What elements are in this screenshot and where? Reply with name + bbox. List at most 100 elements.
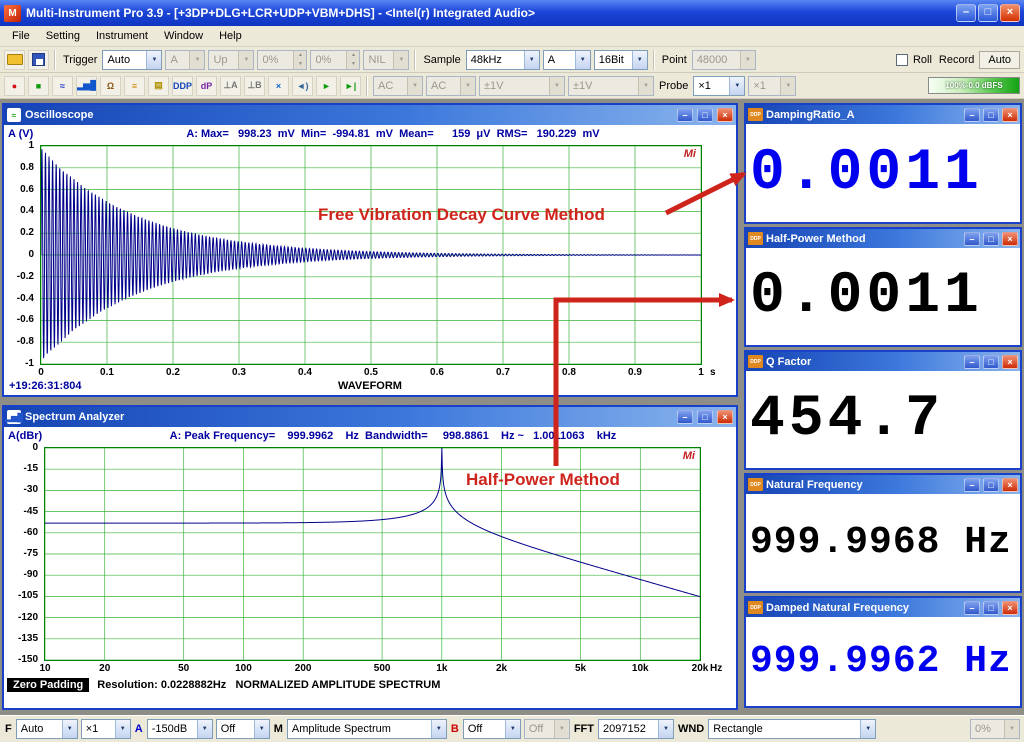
maximize-button[interactable] — [983, 478, 999, 492]
close-button[interactable] — [1002, 601, 1018, 615]
a-off-select[interactable]: Off — [216, 719, 270, 739]
ddp-title: Damped Natural Frequency — [766, 602, 961, 614]
folder-icon — [7, 54, 23, 65]
maximize-button[interactable] — [983, 232, 999, 246]
spectrum-analyzer-icon[interactable]: ▂▅█ — [76, 76, 97, 96]
ddp-title-bar[interactable]: DDP Natural Frequency — [746, 475, 1020, 494]
multimeter-icon[interactable]: Ω — [100, 76, 121, 96]
auto-button[interactable]: Auto — [979, 51, 1020, 69]
minimize-button[interactable] — [964, 355, 980, 369]
frequency-mode-select[interactable]: Auto — [16, 719, 78, 739]
roll-checkbox[interactable] — [896, 54, 908, 66]
step-icon[interactable]: ►| — [340, 76, 361, 96]
measurement-type-select[interactable]: Amplitude Spectrum — [287, 719, 447, 739]
save-button[interactable] — [28, 50, 49, 70]
marker-a-icon[interactable]: ⊥A — [220, 76, 241, 96]
axis-tick-label: 200 — [295, 663, 312, 674]
menu-setting[interactable]: Setting — [38, 28, 88, 44]
ddp-title-bar[interactable]: DDP DampingRatio_A — [746, 105, 1020, 124]
oscilloscope-stats-row: A (V) A: Max= 998.23 mV Min= -994.81 mV … — [4, 125, 736, 143]
minimize-button[interactable] — [964, 108, 980, 122]
ddp-panel-damped-natural-frequency: DDP Damped Natural Frequency 999.9962 Hz — [744, 596, 1022, 708]
oscilloscope-title-bar[interactable]: ≈ Oscilloscope — [4, 105, 736, 125]
close-button[interactable] — [717, 108, 733, 122]
record-icon[interactable]: ● — [4, 76, 25, 96]
ddp-value: 999.9962 Hz — [750, 640, 1012, 683]
ddp-title-bar[interactable]: DDP Damped Natural Frequency — [746, 598, 1020, 617]
minimize-button[interactable] — [677, 410, 693, 424]
close-button[interactable] — [1000, 4, 1020, 22]
speaker-icon[interactable]: ◄) — [292, 76, 313, 96]
axis-tick-label: -15 — [24, 463, 38, 474]
a-range-select[interactable]: -150dB — [147, 719, 213, 739]
b-select[interactable]: Off — [463, 719, 521, 739]
channel-label: A (V) — [8, 128, 54, 140]
overlap-select: 0% — [970, 719, 1020, 739]
trigger-hpf-select: NIL — [363, 50, 409, 70]
workspace: ≈ Oscilloscope A (V) A: Max= 998.23 mV M… — [0, 99, 1024, 715]
menu-file[interactable]: File — [4, 28, 38, 44]
cursor-reader-icon[interactable]: × — [268, 76, 289, 96]
minimize-button[interactable] — [964, 601, 980, 615]
data-logger-icon[interactable]: ▤ — [148, 76, 169, 96]
spectrum-plot[interactable]: Mi — [44, 447, 701, 661]
sample-bits-select[interactable]: 16Bit — [594, 50, 648, 70]
run-stop-icon[interactable]: ■ — [28, 76, 49, 96]
axis-tick-label: 0.5 — [364, 367, 378, 378]
maximize-button[interactable] — [697, 410, 713, 424]
axis-tick-label: -60 — [24, 527, 38, 538]
play-icon[interactable]: ► — [316, 76, 337, 96]
axis-tick-label: -90 — [24, 569, 38, 580]
open-file-button[interactable] — [4, 50, 25, 70]
y-axis-labels: 0-15-30-45-60-75-90-105-120-135-150 — [4, 447, 42, 659]
scale-select[interactable]: ×1 — [81, 719, 131, 739]
ddp-title-bar[interactable]: DDP Half-Power Method — [746, 229, 1020, 248]
minimize-button[interactable] — [964, 478, 980, 492]
oscilloscope-icon[interactable]: ≈ — [52, 76, 73, 96]
axis-tick-label: 0.2 — [166, 367, 180, 378]
menu-window[interactable]: Window — [156, 28, 211, 44]
close-button[interactable] — [1002, 478, 1018, 492]
marker-b-icon[interactable]: ⊥B — [244, 76, 265, 96]
spectrum-title-bar[interactable]: ▂▅█ Spectrum Analyzer — [4, 407, 736, 427]
range-a-select: ±1V — [479, 76, 565, 96]
maximize-button[interactable] — [983, 355, 999, 369]
oscilloscope-plot[interactable]: Mi — [40, 145, 702, 365]
window-function-select[interactable]: Rectangle — [708, 719, 876, 739]
maximize-button[interactable] — [978, 4, 998, 22]
sample-channel-select[interactable]: A — [543, 50, 591, 70]
sample-rate-select[interactable]: 48kHz — [466, 50, 540, 70]
maximize-button[interactable] — [697, 108, 713, 122]
axis-tick-label: -30 — [24, 484, 38, 495]
close-button[interactable] — [1002, 355, 1018, 369]
derived-data-point-icon[interactable]: dP — [196, 76, 217, 96]
record-label[interactable]: Record — [937, 54, 976, 66]
menu-instrument[interactable]: Instrument — [88, 28, 156, 44]
a-label: A — [134, 723, 144, 735]
title-bar[interactable]: M Multi-Instrument Pro 3.9 - [+3DP+DLG+L… — [0, 0, 1024, 26]
close-button[interactable] — [717, 410, 733, 424]
probe-a-select[interactable]: ×1 — [693, 76, 745, 96]
minimize-button[interactable] — [677, 108, 693, 122]
oscilloscope-stats: A: Max= 998.23 mV Min= -994.81 mV Mean= … — [54, 128, 732, 140]
menu-help[interactable]: Help — [211, 28, 250, 44]
trigger-mode-select[interactable]: Auto — [102, 50, 162, 70]
axis-tick-label: 0.1 — [100, 367, 114, 378]
ddp-title-bar[interactable]: DDP Q Factor — [746, 352, 1020, 371]
ddp-panel-stack: DDP DampingRatio_A 0.0011 DDP Half-Power… — [744, 103, 1022, 708]
axis-tick-label: 0 — [32, 442, 38, 453]
spectrum-3d-plot-icon[interactable]: ≡ — [124, 76, 145, 96]
spectrum-title: Spectrum Analyzer — [25, 411, 673, 423]
minimize-button[interactable] — [956, 4, 976, 22]
close-button[interactable] — [1002, 232, 1018, 246]
ddp-panel-half-power-method: DDP Half-Power Method 0.0011 — [744, 227, 1022, 347]
fft-size-select[interactable]: 2097152 — [598, 719, 674, 739]
ddp-viewer-icon[interactable]: DDP — [172, 76, 193, 96]
spectrum-stats: A: Peak Frequency= 999.9962 Hz Bandwidth… — [54, 430, 732, 442]
close-button[interactable] — [1002, 108, 1018, 122]
minimize-button[interactable] — [964, 232, 980, 246]
maximize-button[interactable] — [983, 108, 999, 122]
maximize-button[interactable] — [983, 601, 999, 615]
y-axis-labels: 10.80.60.40.20-0.2-0.4-0.6-0.8-1 — [4, 145, 38, 363]
axis-tick-label: -0.2 — [17, 271, 34, 282]
